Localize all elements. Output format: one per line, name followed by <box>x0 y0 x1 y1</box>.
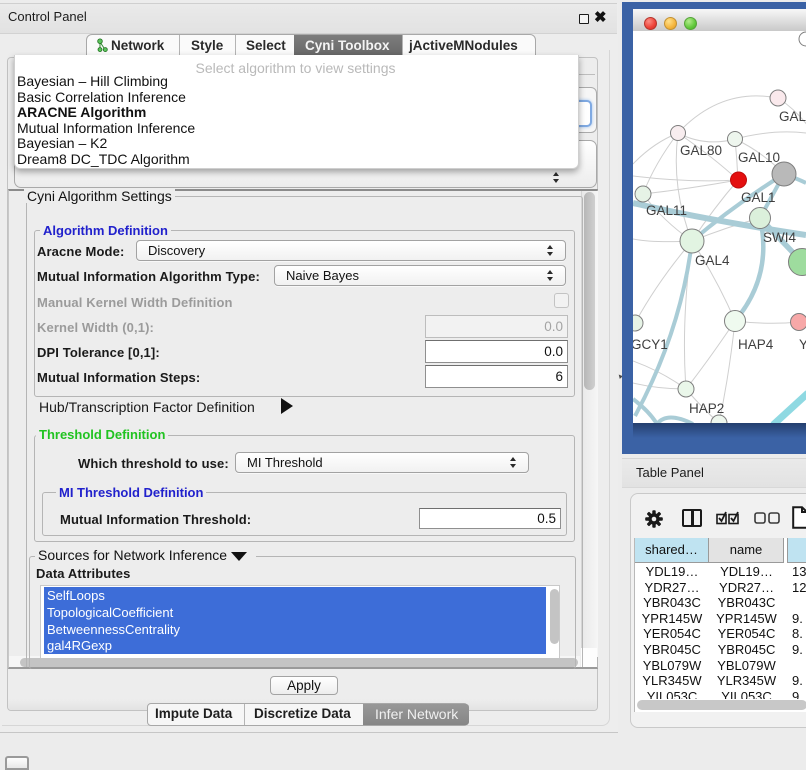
svg-text:GAL1: GAL1 <box>741 190 776 205</box>
svg-text:GAL11: GAL11 <box>646 203 687 218</box>
svg-text:GCY1: GCY1 <box>633 337 668 352</box>
svg-text:GAL4: GAL4 <box>695 253 730 268</box>
svg-text:HAP4: HAP4 <box>738 337 774 352</box>
svg-text:GAL10: GAL10 <box>738 150 780 165</box>
svg-text:HAP2: HAP2 <box>689 401 724 416</box>
svg-text:YM: YM <box>799 337 806 352</box>
svg-text:SWI4: SWI4 <box>763 230 796 245</box>
svg-text:GAL2: GAL2 <box>779 109 806 124</box>
svg-text:GAL80: GAL80 <box>680 143 722 158</box>
